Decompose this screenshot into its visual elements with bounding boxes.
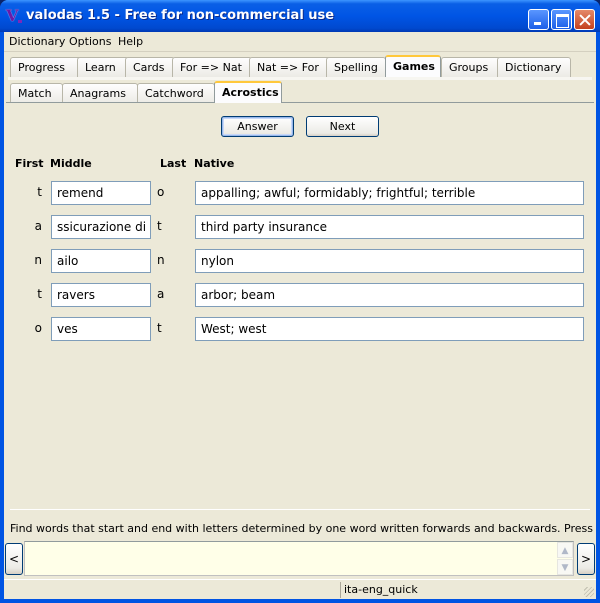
last-letter: o bbox=[157, 185, 165, 199]
header-last: Last bbox=[160, 157, 187, 170]
last-letter: t bbox=[157, 219, 162, 233]
app-logo-icon: V bbox=[6, 8, 22, 24]
first-letter: t bbox=[37, 185, 42, 199]
middle-field[interactable]: ssicurazione di bbox=[51, 215, 151, 239]
tab-match[interactable]: Match bbox=[10, 83, 63, 103]
tab-anagrams[interactable]: Anagrams bbox=[62, 83, 138, 103]
tab-nat-for[interactable]: Nat => For bbox=[249, 57, 331, 77]
tab-learn[interactable]: Learn bbox=[77, 57, 129, 77]
status-divider bbox=[340, 582, 341, 598]
title-bar[interactable]: V valodas 1.5 - Free for non-commercial … bbox=[0, 0, 600, 32]
next-button[interactable]: Next bbox=[306, 116, 379, 137]
tab-games[interactable]: Games bbox=[385, 55, 441, 77]
scroll-down-icon[interactable]: ▼ bbox=[557, 559, 573, 575]
forward-button[interactable]: > bbox=[577, 543, 595, 575]
answer-button[interactable]: Answer bbox=[221, 116, 294, 137]
menu-help[interactable]: Help bbox=[118, 35, 143, 48]
first-letter: a bbox=[34, 219, 42, 233]
input-scrollbar[interactable]: ▲ ▼ bbox=[557, 542, 573, 575]
tab-dictionary[interactable]: Dictionary bbox=[497, 57, 571, 77]
menu-bar: Dictionary Options Help bbox=[4, 32, 596, 52]
instructions-text: Find words that start and end with lette… bbox=[10, 522, 596, 535]
native-field[interactable]: West; west bbox=[195, 317, 584, 341]
tab-spelling[interactable]: Spelling bbox=[326, 57, 386, 77]
tab-progress[interactable]: Progress bbox=[10, 57, 82, 77]
status-bar: ita-eng_quick bbox=[4, 579, 596, 599]
tab-groups[interactable]: Groups bbox=[441, 57, 501, 77]
tab-acrostics[interactable]: Acrostics bbox=[214, 81, 282, 103]
last-letter: n bbox=[157, 253, 165, 267]
header-middle: Middle bbox=[50, 157, 92, 170]
last-letter: a bbox=[157, 287, 165, 301]
menu-dictionary[interactable]: Dictionary bbox=[9, 35, 65, 48]
first-letter: o bbox=[34, 321, 42, 335]
tab-catchword[interactable]: Catchword bbox=[137, 83, 215, 103]
tab-strip bbox=[8, 77, 592, 80]
menu-options[interactable]: Options bbox=[69, 35, 111, 48]
middle-field[interactable]: ailo bbox=[51, 249, 151, 273]
header-native: Native bbox=[194, 157, 235, 170]
middle-field[interactable]: ves bbox=[51, 317, 151, 341]
resize-grip-icon[interactable] bbox=[584, 587, 594, 597]
tab-for-nat[interactable]: For => Nat bbox=[172, 57, 252, 77]
sub-tabs: Match Anagrams Catchword Acrostics bbox=[4, 81, 596, 103]
native-field[interactable]: third party insurance bbox=[195, 215, 584, 239]
maximize-button[interactable] bbox=[551, 9, 572, 30]
previous-button[interactable]: < bbox=[5, 543, 23, 575]
native-field[interactable]: arbor; beam bbox=[195, 283, 584, 307]
native-field[interactable]: appalling; awful; formidably; frightful;… bbox=[195, 181, 584, 205]
header-first: First bbox=[15, 157, 44, 170]
client-area: Dictionary Options Help Progress Learn C… bbox=[4, 32, 596, 599]
tab-cards[interactable]: Cards bbox=[125, 57, 175, 77]
answer-input[interactable]: ▲ ▼ bbox=[24, 541, 574, 576]
close-button[interactable] bbox=[574, 9, 595, 30]
status-dictionary: ita-eng_quick bbox=[344, 583, 418, 596]
last-letter: t bbox=[157, 321, 162, 335]
app-window: V valodas 1.5 - Free for non-commercial … bbox=[0, 0, 600, 603]
first-letter: t bbox=[37, 287, 42, 301]
first-letter: n bbox=[34, 253, 42, 267]
scroll-up-icon[interactable]: ▲ bbox=[557, 542, 573, 558]
native-field[interactable]: nylon bbox=[195, 249, 584, 273]
separator bbox=[10, 509, 590, 510]
middle-field[interactable]: remend bbox=[51, 181, 151, 205]
middle-field[interactable]: ravers bbox=[51, 283, 151, 307]
minimize-button[interactable] bbox=[528, 9, 549, 30]
answer-input-row: < ▲ ▼ > bbox=[4, 541, 596, 576]
main-tabs: Progress Learn Cards For => Nat Nat => F… bbox=[4, 55, 596, 77]
window-title: valodas 1.5 - Free for non-commercial us… bbox=[26, 8, 335, 23]
